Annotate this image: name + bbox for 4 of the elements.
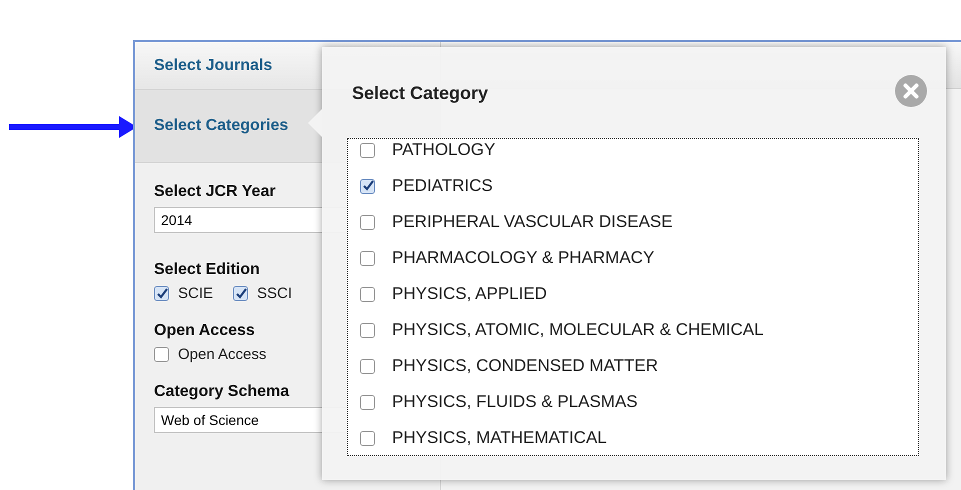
field-label: Category Schema <box>154 383 290 401</box>
field-label: Select Edition <box>154 261 260 279</box>
field-label: Select JCR Year <box>154 183 276 201</box>
field-label: Open Access <box>154 322 255 340</box>
